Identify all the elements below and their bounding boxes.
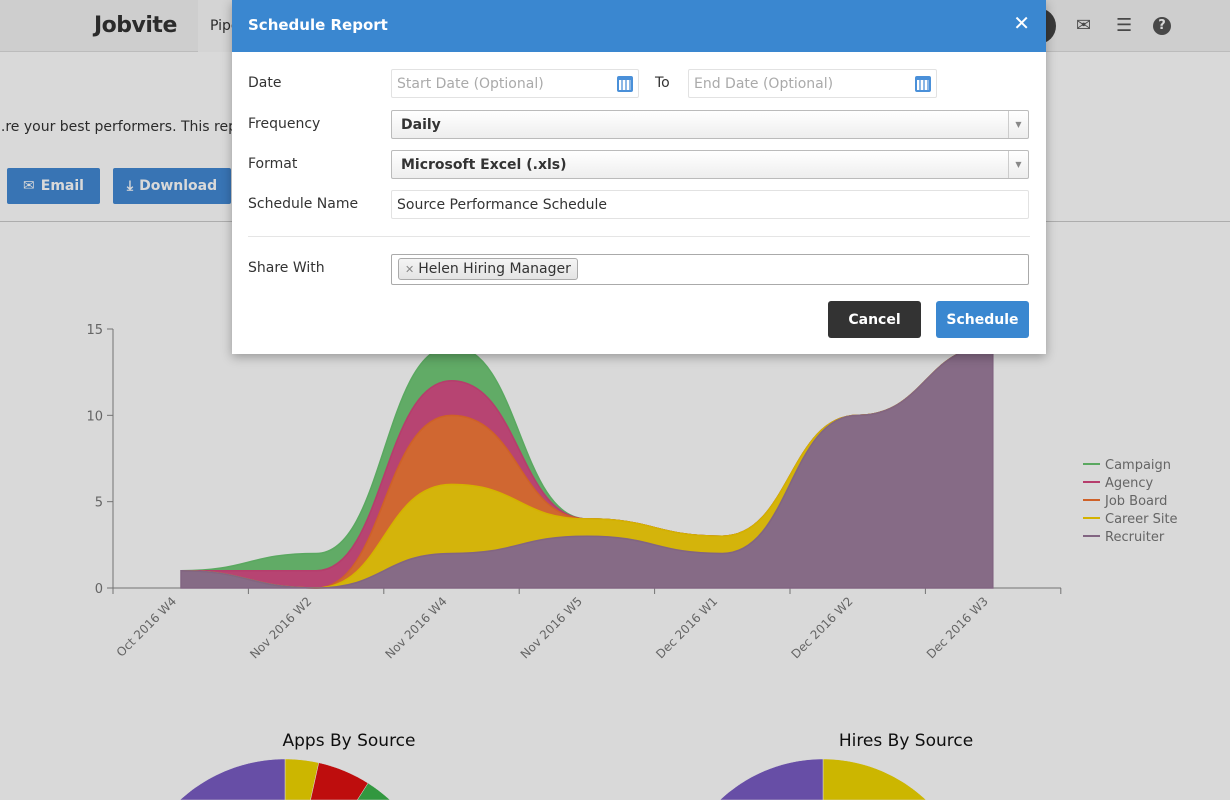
- start-date-input[interactable]: Start Date (Optional): [391, 69, 639, 98]
- schedule-button[interactable]: Schedule: [936, 301, 1029, 338]
- divider: [248, 236, 1030, 237]
- remove-tag-icon[interactable]: ✕: [405, 263, 414, 276]
- end-date-placeholder: End Date (Optional): [694, 76, 834, 92]
- schedule-report-modal: Schedule Report ✕ Date Start Date (Optio…: [232, 0, 1046, 354]
- start-date-placeholder: Start Date (Optional): [397, 76, 544, 92]
- calendar-icon[interactable]: [915, 76, 931, 92]
- calendar-icon[interactable]: [617, 76, 633, 92]
- share-tag: ✕ Helen Hiring Manager: [398, 258, 578, 280]
- modal-header: Schedule Report ✕: [232, 0, 1046, 52]
- share-with-input[interactable]: ✕ Helen Hiring Manager: [391, 254, 1029, 285]
- schedule-name-input[interactable]: Source Performance Schedule: [391, 190, 1029, 219]
- frequency-label: Frequency: [248, 116, 321, 132]
- chevron-down-icon: ▼: [1008, 151, 1028, 178]
- format-label: Format: [248, 156, 298, 172]
- modal-title: Schedule Report: [248, 16, 388, 34]
- close-icon[interactable]: ✕: [1013, 11, 1030, 35]
- share-tag-label: Helen Hiring Manager: [418, 261, 571, 277]
- format-select[interactable]: Microsoft Excel (.xls) ▼: [391, 150, 1029, 179]
- format-value: Microsoft Excel (.xls): [401, 157, 567, 173]
- to-label: To: [655, 75, 670, 91]
- frequency-select[interactable]: Daily ▼: [391, 110, 1029, 139]
- schedule-name-label: Schedule Name: [248, 196, 359, 212]
- cancel-button[interactable]: Cancel: [828, 301, 921, 338]
- end-date-input[interactable]: End Date (Optional): [688, 69, 937, 98]
- date-label: Date: [248, 75, 282, 91]
- frequency-value: Daily: [401, 117, 441, 133]
- chevron-down-icon: ▼: [1008, 111, 1028, 138]
- share-with-label: Share With: [248, 260, 325, 276]
